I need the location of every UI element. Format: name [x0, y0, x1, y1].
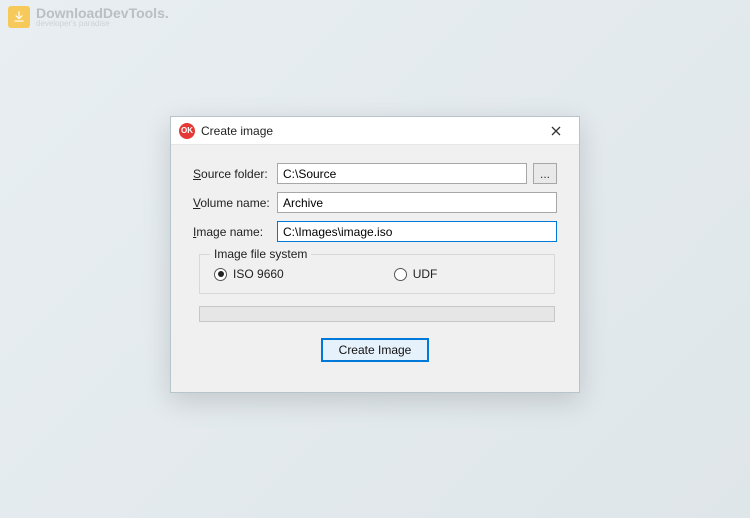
row-volume-name: Volume name: [193, 192, 557, 213]
dialog-footer: Create Image [193, 322, 557, 376]
dialog-window: OK Create image Source folder: ... Volum… [170, 116, 580, 393]
app-icon: OK [179, 123, 195, 139]
close-button[interactable] [537, 117, 575, 145]
radio-icon [394, 268, 407, 281]
source-folder-input[interactable] [277, 163, 527, 184]
window-title: Create image [201, 124, 273, 138]
radio-udf[interactable]: UDF [394, 267, 438, 281]
label-volume-name: Volume name: [193, 196, 277, 210]
titlebar[interactable]: OK Create image [171, 117, 579, 145]
watermark-logo-icon [8, 6, 30, 28]
browse-source-button[interactable]: ... [533, 163, 557, 184]
watermark: DownloadDevTools. developer's paradise [8, 6, 169, 28]
row-image-name: Image name: [193, 221, 557, 242]
radio-iso9660[interactable]: ISO 9660 [214, 267, 284, 281]
volume-name-input[interactable] [277, 192, 557, 213]
create-image-button[interactable]: Create Image [321, 338, 429, 362]
image-name-input[interactable] [277, 221, 557, 242]
label-source-folder: Source folder: [193, 167, 277, 181]
close-icon [551, 126, 561, 136]
progress-bar [199, 306, 555, 322]
dialog-content: Source folder: ... Volume name: Image na… [171, 145, 579, 392]
row-source-folder: Source folder: ... [193, 163, 557, 184]
radio-icon [214, 268, 227, 281]
watermark-subtitle: developer's paradise [36, 20, 169, 28]
filesystem-group: Image file system ISO 9660 UDF [199, 254, 555, 294]
filesystem-legend: Image file system [210, 247, 311, 261]
label-image-name: Image name: [193, 225, 277, 239]
